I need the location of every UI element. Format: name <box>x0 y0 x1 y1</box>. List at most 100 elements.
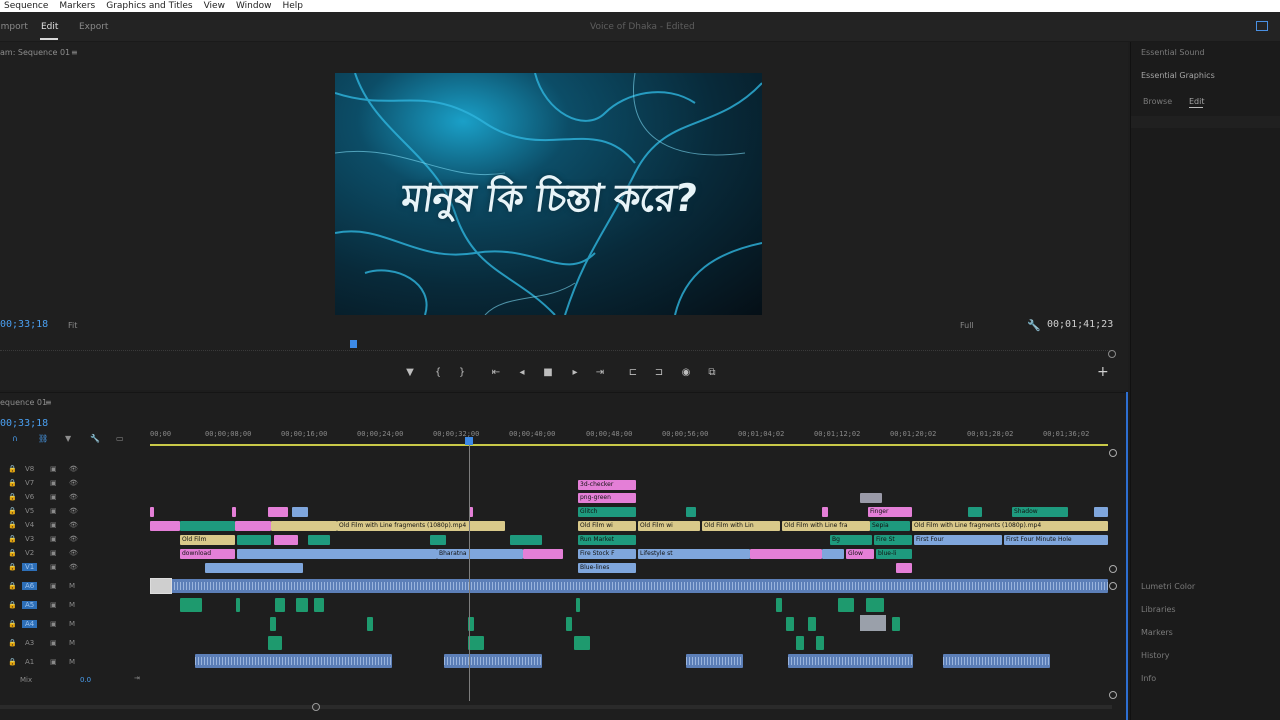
quality-select[interactable]: Full <box>960 321 974 330</box>
sync-icon[interactable]: ▣ <box>50 549 57 557</box>
lock-icon[interactable]: 🔒 <box>8 479 17 487</box>
menu-sequence[interactable]: Sequence <box>4 1 48 11</box>
eye-icon[interactable]: 👁 <box>69 521 78 529</box>
clip[interactable] <box>523 549 563 559</box>
mute-icon[interactable]: M <box>69 639 75 647</box>
clip[interactable] <box>237 549 437 559</box>
sync-icon[interactable]: ▣ <box>50 658 57 666</box>
clip[interactable] <box>268 507 288 517</box>
track-label-active[interactable]: A4 <box>22 620 38 628</box>
fit-select[interactable]: Fit <box>68 321 77 330</box>
audio-clip[interactable] <box>444 654 542 668</box>
clip[interactable] <box>235 521 271 531</box>
tab-export[interactable]: Export <box>79 22 108 32</box>
audio-thumbnail-icon[interactable] <box>150 578 172 594</box>
lift-icon[interactable]: ⊏ <box>626 366 640 380</box>
clip[interactable] <box>750 549 822 559</box>
clip[interactable]: Lifestyle st <box>638 549 750 559</box>
lock-icon[interactable]: 🔒 <box>8 658 17 666</box>
program-scrub-bar[interactable] <box>0 345 1112 351</box>
timeline-menu-icon[interactable]: ≡ <box>45 398 52 407</box>
sync-icon[interactable]: ▣ <box>50 507 57 515</box>
markers-panel[interactable]: Markers <box>1141 628 1173 637</box>
eye-icon[interactable]: 👁 <box>69 549 78 557</box>
clip[interactable] <box>308 535 330 545</box>
audio-clip[interactable] <box>686 654 743 668</box>
audio-clip[interactable] <box>566 617 572 631</box>
linked-selection-icon[interactable]: ⛓ <box>38 434 48 443</box>
sync-icon[interactable]: ▣ <box>50 601 57 609</box>
audio-clip[interactable] <box>776 598 782 612</box>
audio-clip[interactable] <box>808 617 816 631</box>
track-label[interactable]: V7 <box>25 479 34 487</box>
track-label[interactable]: V6 <box>25 493 34 501</box>
edit-tab[interactable]: Edit <box>1189 97 1205 106</box>
track-label[interactable]: V8 <box>25 465 34 473</box>
clip[interactable]: Finger <box>868 507 912 517</box>
go-to-out-icon[interactable]: ⇥ <box>593 366 607 380</box>
track-label-active[interactable]: A5 <box>22 601 38 609</box>
audio-clip[interactable] <box>296 598 308 612</box>
program-current-time[interactable]: 00;33;18 <box>0 319 48 330</box>
essential-graphics-tab[interactable]: Essential Graphics <box>1141 71 1215 80</box>
timeline-current-time[interactable]: 00;33;18 <box>0 418 48 429</box>
clip[interactable] <box>271 521 337 531</box>
work-area-bar[interactable] <box>150 444 1108 446</box>
track-end-handle[interactable] <box>1109 565 1117 573</box>
clip[interactable]: blue-li <box>876 549 912 559</box>
clip[interactable]: Old Film with Line fra <box>782 521 870 531</box>
export-frame-icon[interactable]: ◉ <box>679 366 693 380</box>
audio-clip[interactable] <box>574 636 590 650</box>
clip[interactable] <box>822 507 828 517</box>
track-label[interactable]: V5 <box>25 507 34 515</box>
lock-icon[interactable]: 🔒 <box>8 493 17 501</box>
lock-icon[interactable]: 🔒 <box>8 507 17 515</box>
clip[interactable] <box>205 563 303 573</box>
eye-icon[interactable]: 👁 <box>69 563 78 571</box>
audio-clip[interactable] <box>866 598 884 612</box>
compare-view-icon[interactable]: ⧉ <box>705 366 719 380</box>
clip[interactable]: png-green <box>578 493 636 503</box>
program-panel-title[interactable]: am: Sequence 01 <box>0 48 70 57</box>
workspace-menu-icon[interactable] <box>1256 21 1268 31</box>
track-label[interactable]: A1 <box>25 658 34 666</box>
timeline-title[interactable]: equence 01 <box>0 398 47 407</box>
lock-icon[interactable]: 🔒 <box>8 521 17 529</box>
audio-clip[interactable] <box>150 579 1108 593</box>
audio-clip[interactable] <box>786 617 794 631</box>
audio-clip[interactable] <box>180 598 202 612</box>
audio-clip[interactable] <box>892 617 900 631</box>
clip[interactable]: Sepia <box>870 521 910 531</box>
audio-clip[interactable] <box>275 598 285 612</box>
track-v8-lock-icon[interactable]: 🔒 <box>8 465 17 473</box>
clip[interactable] <box>292 507 308 517</box>
add-marker-icon[interactable]: ▼ <box>403 366 417 380</box>
timeline-settings-icon[interactable]: 🔧 <box>90 434 100 443</box>
step-forward-icon[interactable]: ▸ <box>568 366 582 380</box>
track-label[interactable]: V3 <box>25 535 34 543</box>
lumetri-color-panel[interactable]: Lumetri Color <box>1141 582 1195 591</box>
audio-clip[interactable] <box>236 598 240 612</box>
audio-clip[interactable] <box>796 636 804 650</box>
lock-icon[interactable]: 🔒 <box>8 563 17 571</box>
history-panel[interactable]: History <box>1141 651 1169 660</box>
clip[interactable]: Run Market <box>578 535 636 545</box>
clip[interactable] <box>150 521 180 531</box>
sync-icon[interactable]: ▣ <box>50 479 57 487</box>
tab-edit[interactable]: Edit <box>41 22 58 32</box>
timeline-horizontal-scrollbar[interactable] <box>0 705 1112 709</box>
clip[interactable]: Glow <box>846 549 874 559</box>
clip[interactable]: Fire St <box>874 535 912 545</box>
audio-clip[interactable] <box>943 654 1050 668</box>
clip[interactable]: Glitch <box>578 507 636 517</box>
audio-clip[interactable] <box>816 636 824 650</box>
audio-clip[interactable] <box>270 617 276 631</box>
sync-icon[interactable]: ▣ <box>50 465 57 473</box>
clip[interactable] <box>510 535 542 545</box>
clip[interactable]: Old Film wi <box>578 521 636 531</box>
clip[interactable] <box>860 493 882 503</box>
sync-icon[interactable]: ▣ <box>50 521 57 529</box>
clip[interactable]: Old Film with Line fragments (1080p).mp4 <box>912 521 1108 531</box>
menu-markers[interactable]: Markers <box>59 1 95 11</box>
lock-icon[interactable]: 🔒 <box>8 601 17 609</box>
